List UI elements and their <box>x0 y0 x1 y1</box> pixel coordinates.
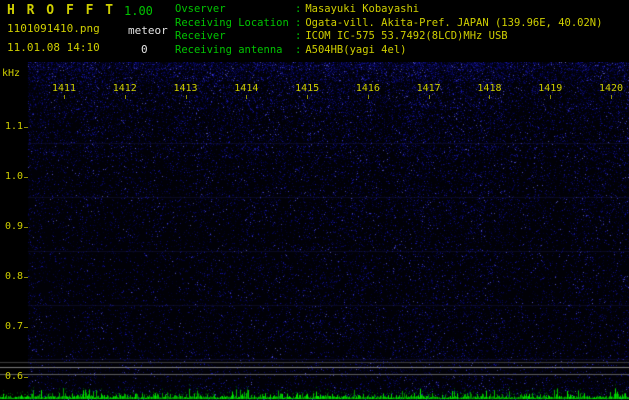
info-label: Receiving Location <box>175 16 289 29</box>
y-tick-mark <box>24 277 28 278</box>
info-row: Receiving antenna: A504HB(yagi 4el) <box>175 44 602 58</box>
app-version: 1.00 <box>124 4 153 18</box>
mode-label: meteor <box>128 24 168 37</box>
x-tick-label: 1411 <box>51 83 77 94</box>
info-row: Receiving Location: Ogata-vill. Akita-Pre… <box>175 17 602 31</box>
observation-datetime: 11.01.08 14:10 <box>7 41 100 54</box>
info-colon: : <box>295 16 302 29</box>
info-value: Ogata-vill. Akita-Pref. JAPAN (139.96E, … <box>305 16 603 29</box>
x-tick-label: 1419 <box>538 83 563 94</box>
x-tick-label: 1416 <box>355 83 380 94</box>
y-tick-label: 0.6 <box>4 371 23 382</box>
info-label: Ovserver <box>175 3 226 15</box>
info-row: Ovserver: Masayuki Kobayashi <box>175 3 602 17</box>
x-tick-label: 1420 <box>598 83 624 94</box>
x-tick-mark <box>489 95 491 99</box>
x-tick-mark <box>367 95 369 99</box>
x-tick-label: 1413 <box>173 83 198 94</box>
info-colon: : <box>295 3 302 15</box>
y-tick-mark <box>24 377 28 378</box>
y-tick-label: 0.8 <box>4 271 23 282</box>
y-tick-label: 1.0 <box>4 171 23 182</box>
x-tick-mark <box>611 95 613 99</box>
y-tick-mark <box>24 177 28 178</box>
info-colon: : <box>295 30 302 42</box>
x-tick-mark <box>307 95 309 99</box>
info-value: Masayuki Kobayashi <box>305 3 420 15</box>
x-tick-label: 1415 <box>295 83 320 94</box>
y-tick-label: 1.1 <box>4 121 23 132</box>
info-colon: : <box>295 43 302 56</box>
x-tick-mark <box>64 95 65 99</box>
info-value: ICOM IC-575 53.7492(8LCD)MHz USB <box>305 30 508 42</box>
y-tick-mark <box>24 327 28 328</box>
x-tick-mark <box>185 95 187 99</box>
info-label: Receiver <box>175 30 226 42</box>
info-row: Receiver: ICOM IC-575 53.7492(8LCD)MHz US… <box>175 30 602 44</box>
x-tick-label: 1418 <box>477 83 502 94</box>
y-tick-mark <box>24 227 28 228</box>
y-tick-label: 0.9 <box>4 221 23 232</box>
y-tick-mark <box>24 127 28 128</box>
hrofft-window: H R O F F T 1.00 1101091410.png meteor 1… <box>0 0 629 400</box>
x-tick-mark <box>246 95 248 99</box>
x-tick-mark <box>550 95 552 99</box>
x-tick-mark <box>428 95 430 99</box>
app-title: H R O F F T <box>7 3 116 18</box>
info-label: Receiving antenna <box>175 43 283 56</box>
x-tick-label: 1412 <box>112 83 137 94</box>
spectrogram-canvas <box>0 62 629 400</box>
x-tick-mark <box>124 95 126 99</box>
x-tick-label: 1417 <box>416 83 441 94</box>
info-value: A504HB(yagi 4el) <box>305 43 407 56</box>
x-tick-label: 1414 <box>234 83 259 94</box>
observation-info: Ovserver: Masayuki Kobayashi Receiving Loc… <box>175 3 602 57</box>
echo-count: 0 <box>141 43 148 56</box>
spectrogram-plot: kHz 1411 1412 1413 1414 1415 1416 1417 1418 1419… <box>0 62 629 400</box>
y-axis-unit-label: kHz <box>2 68 21 79</box>
output-filename: 1101091410.png <box>7 22 100 35</box>
y-tick-label: 0.7 <box>4 321 23 332</box>
